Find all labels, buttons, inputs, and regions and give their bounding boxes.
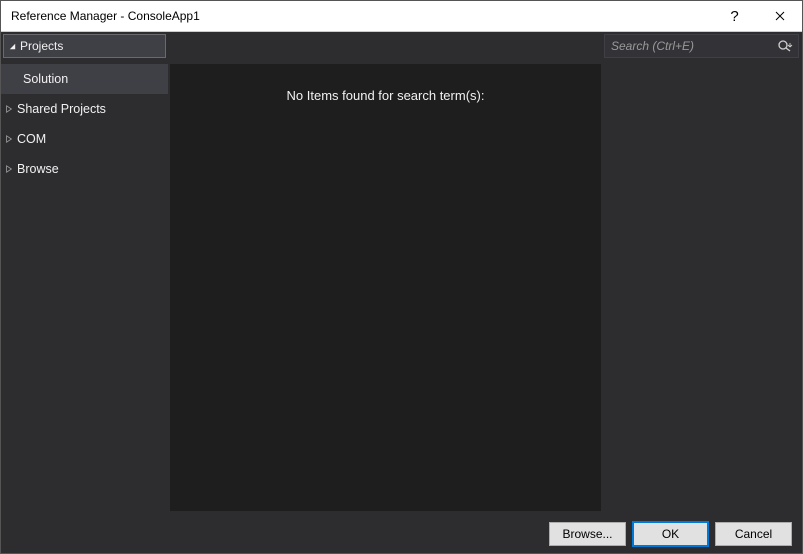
reference-manager-dialog: Reference Manager - ConsoleApp1 ? Projec…: [0, 0, 803, 554]
browse-button[interactable]: Browse...: [549, 522, 626, 546]
chevron-right-icon: [1, 165, 17, 173]
help-icon: ?: [730, 8, 738, 25]
search-box[interactable]: [604, 34, 799, 58]
help-button[interactable]: ?: [712, 1, 757, 32]
search-input[interactable]: [605, 39, 772, 53]
category-header-label: Projects: [20, 39, 63, 53]
chevron-right-icon: [1, 135, 17, 143]
results-pane: No Items found for search term(s):: [170, 64, 601, 511]
cancel-button[interactable]: Cancel: [715, 522, 792, 546]
details-pane: [605, 64, 800, 511]
sidebar-item-solution[interactable]: Solution: [1, 64, 168, 94]
sidebar-item-browse[interactable]: Browse: [1, 154, 168, 184]
search-icon[interactable]: [772, 39, 798, 53]
sidebar-item-label: Browse: [17, 162, 59, 176]
sidebar-item-com[interactable]: COM: [1, 124, 168, 154]
footer: Browse... OK Cancel: [1, 515, 802, 553]
chevron-right-icon: [1, 105, 17, 113]
content-area: No Items found for search term(s):: [168, 60, 802, 515]
dialog-body: Solution Shared Projects COM Browse: [1, 60, 802, 515]
sidebar-item-shared-projects[interactable]: Shared Projects: [1, 94, 168, 124]
close-icon: [775, 11, 785, 21]
sidebar: Solution Shared Projects COM Browse: [1, 60, 168, 515]
chevron-down-icon: [4, 42, 20, 51]
titlebar: Reference Manager - ConsoleApp1 ?: [1, 1, 802, 32]
empty-message: No Items found for search term(s):: [287, 88, 485, 511]
top-strip: Projects: [1, 32, 802, 60]
ok-button[interactable]: OK: [632, 521, 709, 547]
close-button[interactable]: [757, 1, 802, 32]
window-title: Reference Manager - ConsoleApp1: [1, 9, 712, 23]
sidebar-item-label: COM: [17, 132, 46, 146]
sidebar-item-label: Shared Projects: [17, 102, 106, 116]
category-header-projects[interactable]: Projects: [3, 34, 166, 58]
sidebar-item-label: Solution: [23, 72, 68, 86]
